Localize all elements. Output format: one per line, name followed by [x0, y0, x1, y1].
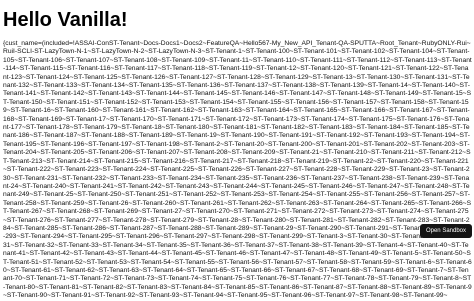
tenant-list-text: {cust_name=(included=!ASSAI-ConST-Tenant…	[3, 40, 472, 300]
page-content: Hello Vanilla! {cust_name=(included=!ASS…	[3, 0, 472, 301]
page-title: Hello Vanilla!	[3, 9, 128, 31]
open-sandbox-button[interactable]: Open Sandbox	[419, 224, 472, 238]
